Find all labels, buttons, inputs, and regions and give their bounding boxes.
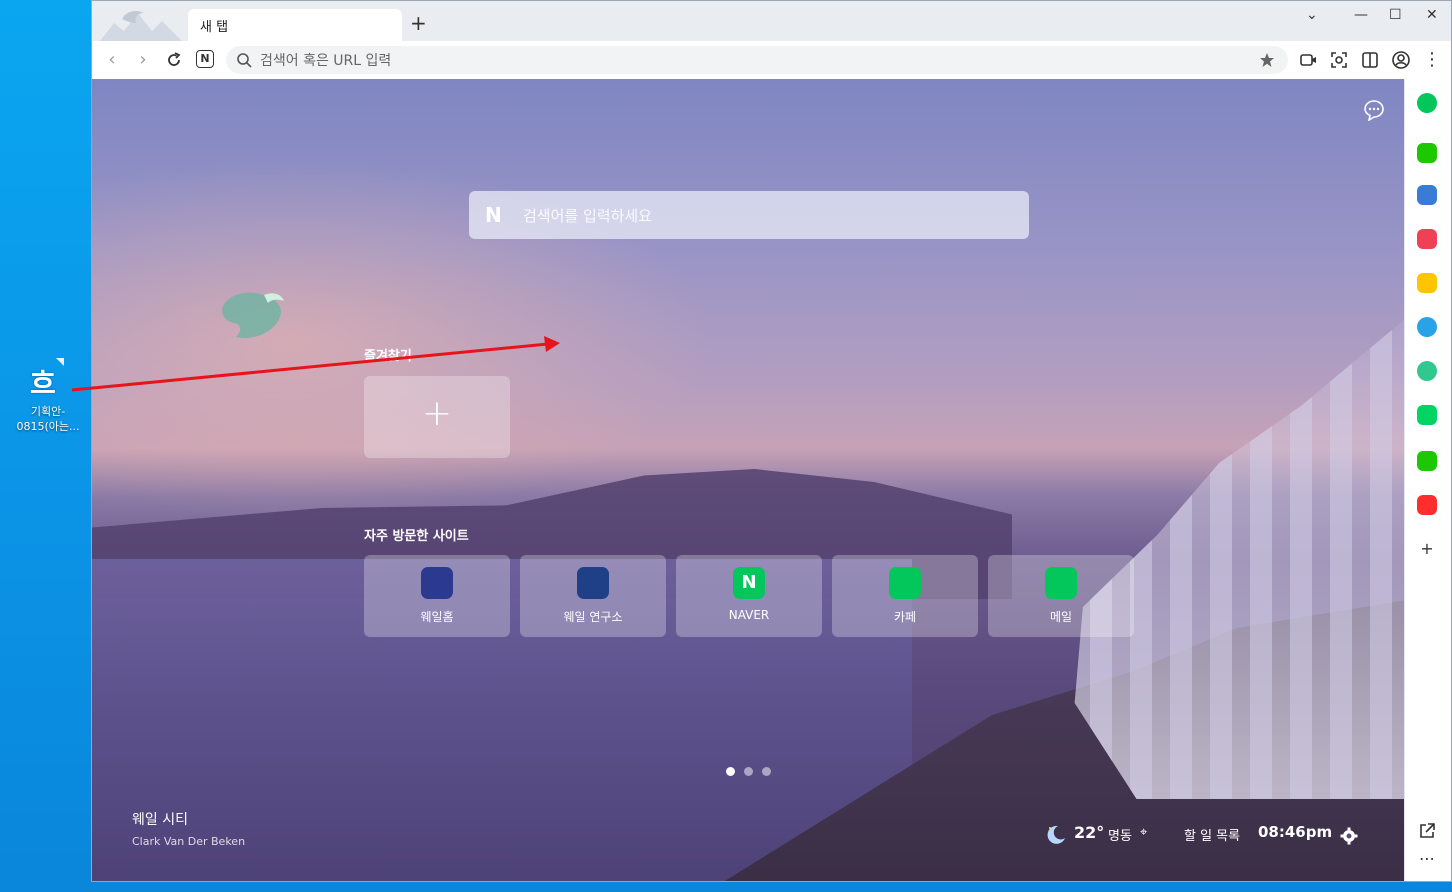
sidebar-more-icon[interactable]: ⋯ [1417, 849, 1437, 869]
wallpaper-title: 웨일 시티 [132, 812, 188, 828]
capture-icon[interactable] [1329, 50, 1349, 70]
sidebar-star-icon[interactable] [1417, 273, 1437, 293]
new-tab-page: N 즐겨찾기 + 자주 방문한 사이트 웨일홈 웨일 연구소 N NAVER 카… [92, 79, 1405, 881]
reload-icon[interactable] [164, 50, 184, 70]
sidebar-add-icon[interactable]: + [1417, 539, 1437, 559]
site-label: 메일 [1049, 610, 1073, 624]
url-input[interactable] [258, 49, 1212, 73]
pager-dot-1[interactable] [726, 767, 735, 776]
search-input[interactable] [521, 203, 1005, 229]
tab-title: 새 탭 [200, 20, 229, 35]
minimize-button[interactable]: — [1354, 7, 1368, 23]
moon-weather-icon [1047, 825, 1065, 844]
site-label: 웨일 연구소 [563, 610, 623, 624]
back-icon[interactable]: ‹ [102, 50, 122, 70]
pager-dot-2[interactable] [744, 767, 753, 776]
sidebar-memo-icon[interactable] [1417, 451, 1437, 471]
sidebar-talk-icon[interactable] [1417, 143, 1437, 163]
bookmark-star-icon[interactable] [1258, 51, 1276, 69]
sidebar: + ⋯ [1404, 79, 1451, 881]
video-icon[interactable] [1298, 50, 1318, 70]
clock: 08:46pm [1258, 823, 1333, 841]
menu-icon[interactable]: ⋮ [1422, 50, 1442, 70]
site-tile-naver[interactable]: N NAVER [676, 555, 822, 637]
cafe-cup-icon [889, 567, 921, 599]
wallpaper-credit: 웨일 시티 Clark Van Der Beken [132, 809, 245, 848]
whale-home-icon [421, 567, 453, 599]
favorites-title: 즐겨찾기 [364, 349, 412, 364]
tab-search-button[interactable]: ⌄ [1306, 7, 1318, 23]
chat-bubble-icon[interactable] [1363, 99, 1385, 121]
address-bar[interactable] [226, 46, 1288, 74]
site-tile-whale-lab[interactable]: 웨일 연구소 [520, 555, 666, 637]
hwp-file-icon: 흐 [28, 358, 68, 400]
naver-icon: N [733, 567, 765, 599]
tab-new-tab[interactable]: 새 탭 [188, 9, 402, 41]
toolbar: ‹ › N 검색어 혹은 URL 입력 ⋮ [92, 41, 1451, 80]
new-tab-button[interactable]: + [410, 13, 427, 33]
sidebar-play-icon[interactable] [1417, 361, 1437, 381]
desktop-file-label-2: 0815(아는... [16, 420, 80, 433]
site-label: 카페 [893, 610, 917, 624]
forward-icon[interactable]: › [133, 50, 153, 70]
site-tile-mail[interactable]: 메일 [988, 555, 1134, 637]
browser-window: 새 탭 + ⌄ — ☐ ✕ ‹ › N 검색어 혹은 URL 입력 ⋮ N 검색… [91, 0, 1452, 882]
desktop-file-icon[interactable]: 흐 기획안- 0815(아는... [6, 358, 90, 434]
profile-icon[interactable] [1391, 50, 1411, 70]
location-target-icon[interactable]: ⌖ [1140, 825, 1147, 840]
sidebar-webtoon-icon[interactable] [1417, 405, 1437, 425]
desktop-file-label-1: 기획안- [30, 405, 66, 418]
wallpaper-pager [726, 761, 780, 780]
whale-brand-icon [100, 11, 182, 41]
plus-icon: + [421, 393, 453, 434]
search-box[interactable]: N [469, 191, 1029, 239]
sidebar-papago-icon[interactable] [1417, 317, 1437, 337]
sidebar-pocket-icon[interactable] [1417, 229, 1437, 249]
whale-lab-icon [577, 567, 609, 599]
split-view-icon[interactable] [1360, 50, 1380, 70]
whale-mark-icon [222, 292, 284, 339]
tab-strip: 새 탭 + ⌄ — ☐ ✕ [92, 1, 1451, 41]
weather-temperature: 22° [1074, 823, 1105, 842]
wallpaper-author: Clark Van Der Beken [132, 835, 246, 848]
naver-logo-icon: N [485, 203, 502, 227]
site-label: 웨일홈 [420, 610, 454, 624]
weather-location: 명동 [1108, 829, 1132, 844]
sidebar-open-external-icon[interactable] [1417, 821, 1437, 841]
site-tile-whale-home[interactable]: 웨일홈 [364, 555, 510, 637]
frequent-sites-title: 자주 방문한 사이트 [364, 529, 469, 544]
naver-home-icon[interactable]: N [196, 50, 214, 68]
mail-envelope-icon [1045, 567, 1077, 599]
todo-list-button[interactable]: 할 일 목록 [1184, 825, 1240, 844]
add-favorite-button[interactable]: + [364, 376, 510, 458]
sidebar-green-circle-icon[interactable] [1417, 93, 1437, 113]
sidebar-now-icon[interactable] [1417, 495, 1437, 515]
site-tile-cafe[interactable]: 카페 [832, 555, 978, 637]
search-icon [237, 53, 252, 68]
close-button[interactable]: ✕ [1426, 7, 1438, 23]
pager-dot-3[interactable] [762, 767, 771, 776]
sidebar-work-icon[interactable] [1417, 185, 1437, 205]
site-label: NAVER [728, 608, 770, 622]
maximize-button[interactable]: ☐ [1389, 7, 1402, 23]
settings-gear-icon[interactable] [1340, 827, 1358, 845]
